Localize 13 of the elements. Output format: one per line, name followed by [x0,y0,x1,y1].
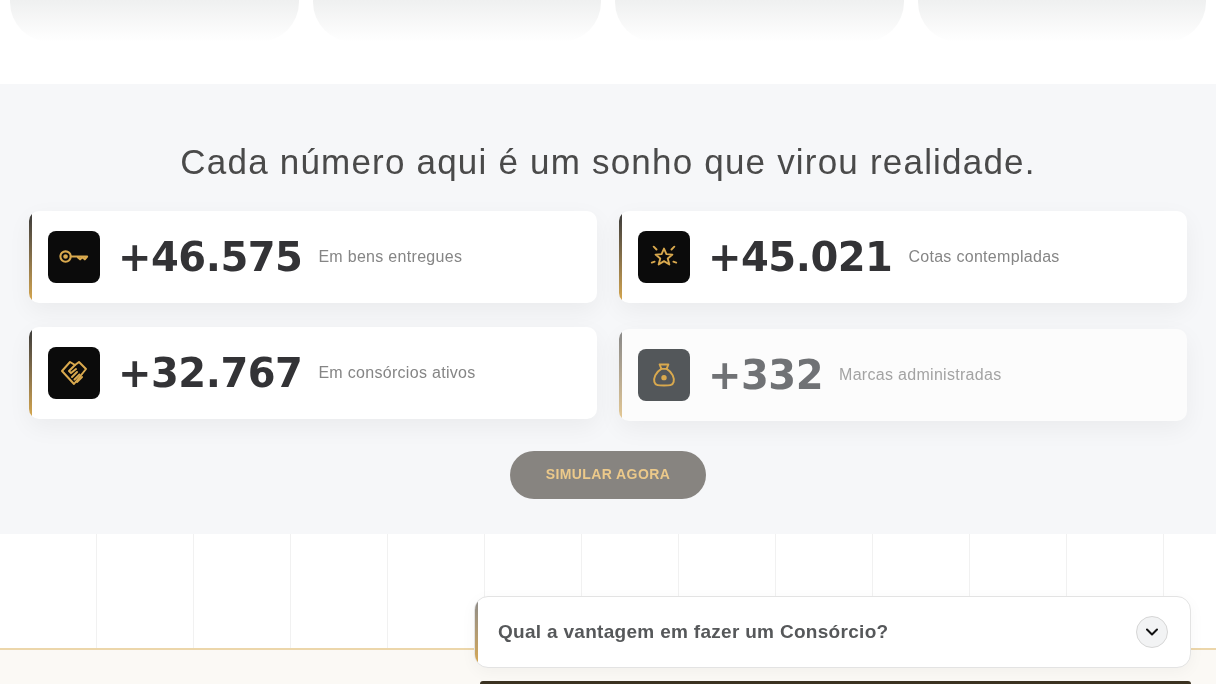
stat-label: Cotas contempladas [908,246,1060,267]
key-icon [59,249,89,265]
stat-number: +32.767 [118,352,303,393]
stat-label: Em bens entregues [318,246,463,267]
chevron-down-icon[interactable] [1136,616,1168,648]
stat-number: +332 [708,354,823,395]
stat-label: Em consórcios ativos [318,362,476,383]
stat-label: Marcas administradas [839,364,1002,385]
section-heading: Cada número aqui é um sonho que virou realidade. [180,140,1036,183]
stat-number: +46.575 [118,236,303,277]
stat-number: +45.021 [708,236,893,277]
faq-question: Qual a vantagem em fazer um Consórcio? [498,619,890,644]
faq-item[interactable]: Qual a vantagem em fazer um Consórcio? [474,596,1191,668]
